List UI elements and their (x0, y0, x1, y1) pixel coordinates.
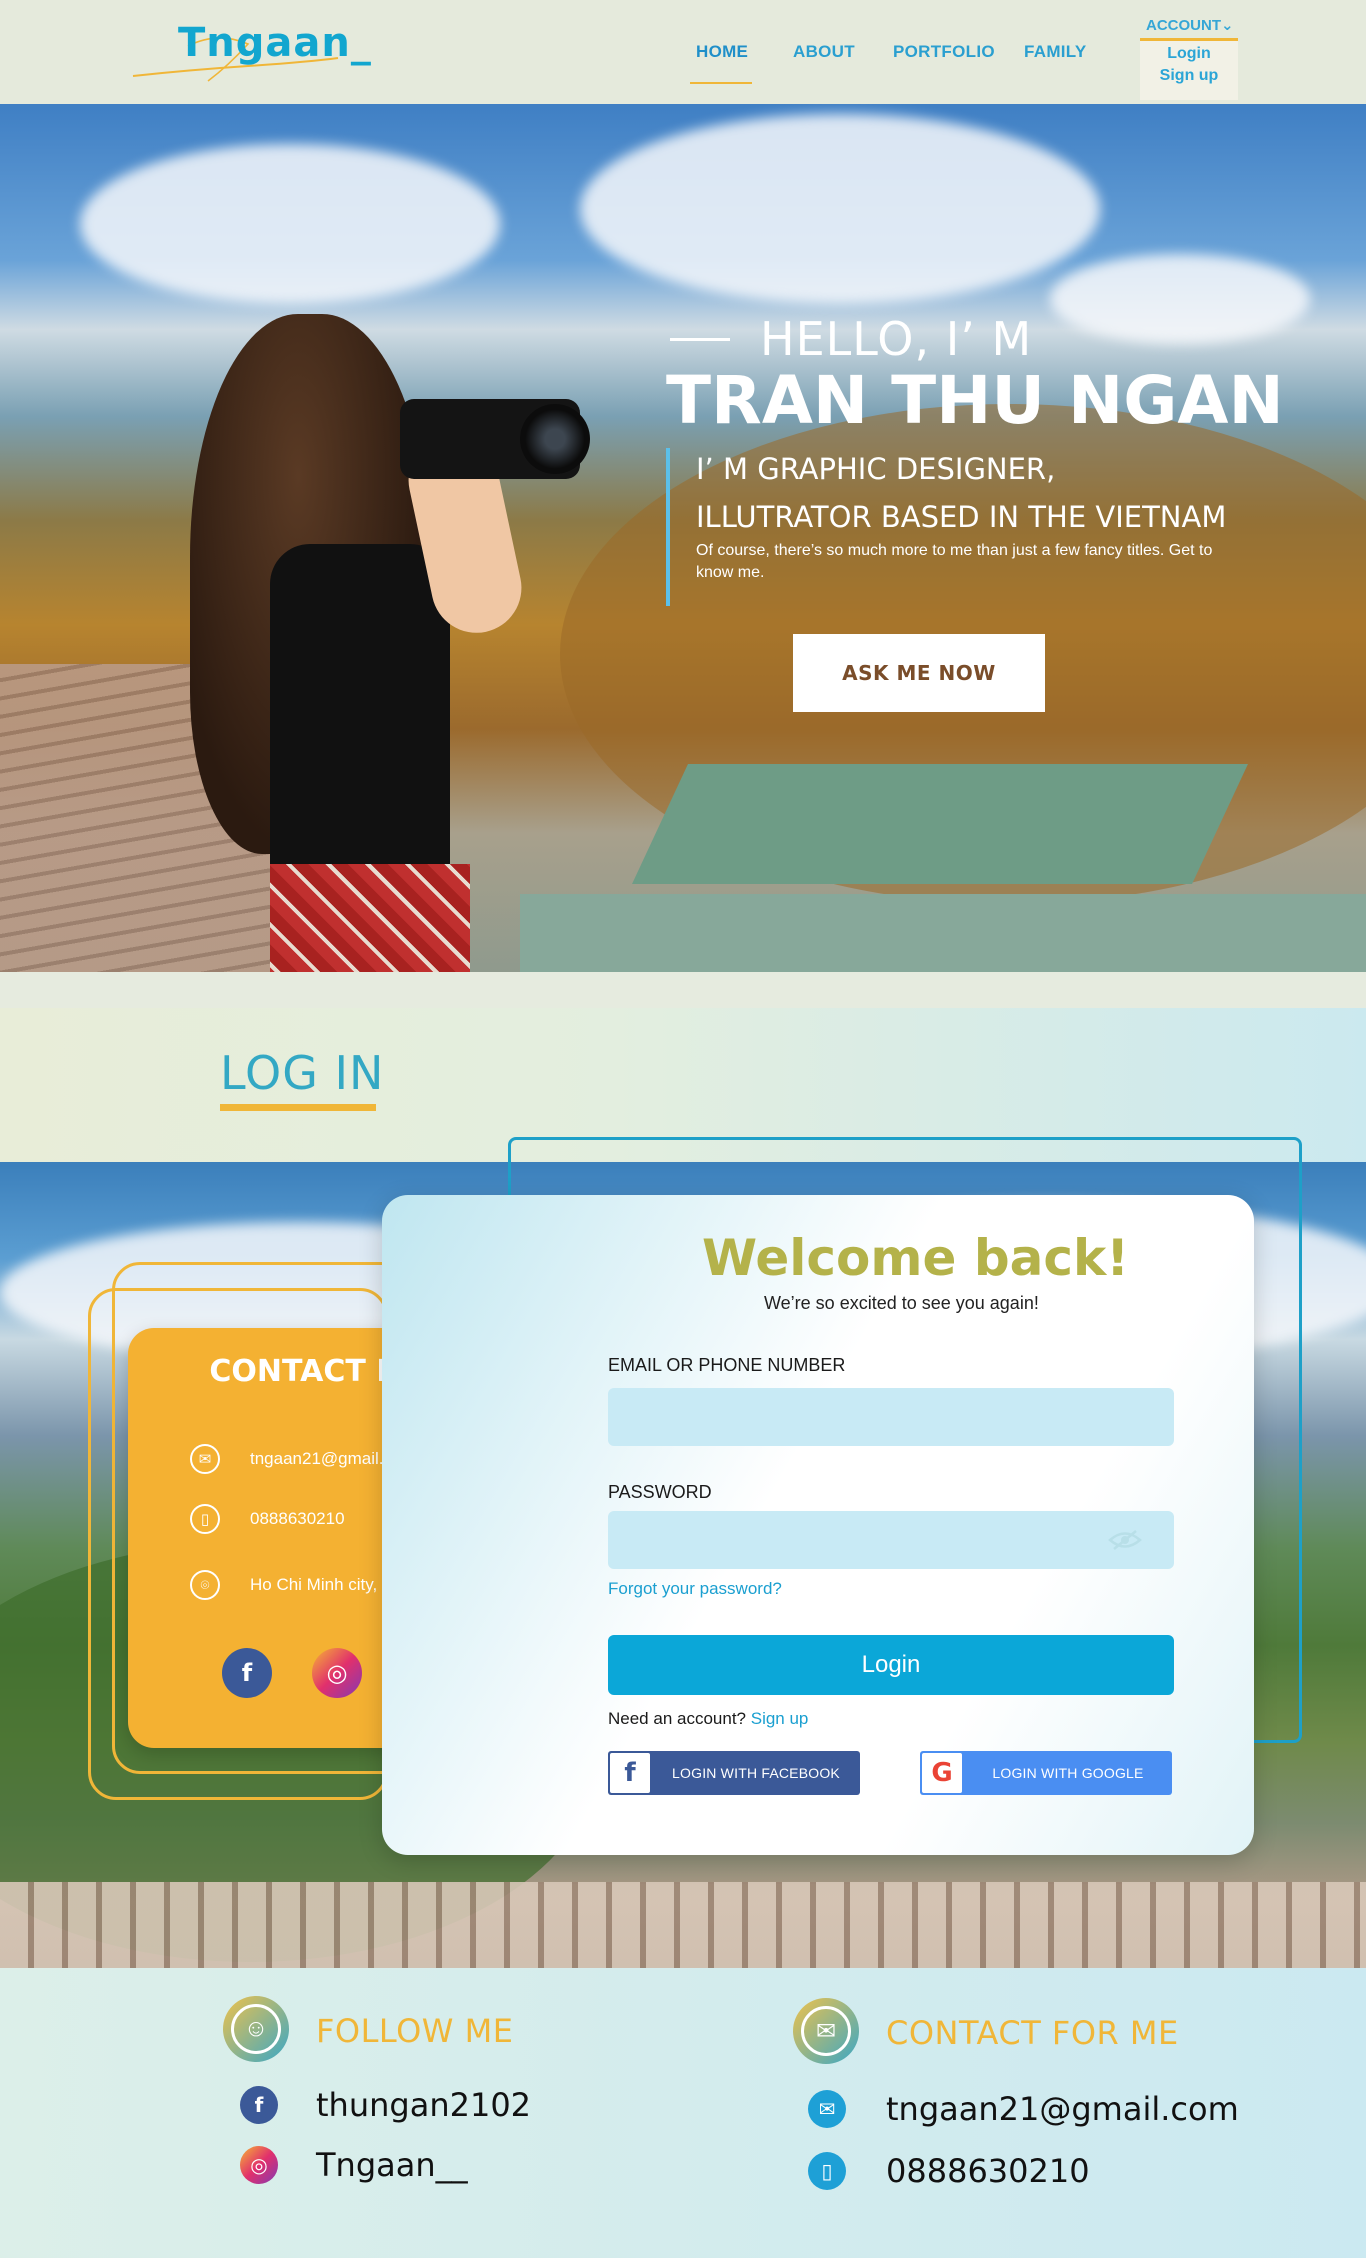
signup-link[interactable]: Sign up (751, 1709, 809, 1728)
nav-active-underline (690, 82, 752, 84)
facebook-icon[interactable]: f (240, 2086, 278, 2124)
nav-link-portfolio[interactable]: PORTFOLIO (893, 42, 995, 62)
location-pin-icon: ⌾ (190, 1570, 220, 1600)
hero-photo-subject-skirt (270, 864, 470, 972)
hero-role-line-1: I’ M GRAPHIC DESIGNER, (696, 452, 1056, 486)
hero-rooftop (632, 764, 1248, 884)
hero-cloud (580, 114, 1100, 304)
instagram-icon[interactable]: ◎ (240, 2146, 278, 2184)
contact-phone[interactable]: 0888630210 (250, 1509, 345, 1529)
site-logo[interactable]: Tngaan_ (128, 18, 371, 88)
mail-icon: ✉ (808, 2090, 846, 2128)
hero-greeting: HELLO, I’ M (760, 312, 1033, 366)
hero-photo-subject-shirt (270, 544, 450, 894)
facebook-icon[interactable]: f (222, 1648, 272, 1698)
user-follow-icon: ☺ (231, 2004, 281, 2054)
account-dropdown-menu: Login Sign up (1140, 38, 1238, 100)
login-section-title: LOG IN (220, 1046, 385, 1100)
account-label: ACCOUNT (1146, 17, 1221, 34)
account-dropdown-toggle[interactable]: ACCOUNT⌄ (1146, 16, 1234, 34)
hero-rooftop (520, 894, 1366, 972)
hero-banner (0, 104, 1366, 972)
contact-badge: ✉ (793, 1998, 859, 2064)
hero-dash (670, 338, 730, 341)
footer-email[interactable]: tngaan21@gmail.com (886, 2090, 1239, 2128)
mail-icon: ✉ (801, 2006, 851, 2056)
hero-role-line-2: ILLUTRATOR BASED IN THE VIETNAM (696, 500, 1227, 534)
google-button-label: LOGIN WITH GOOGLE (992, 1765, 1144, 1781)
footer-phone[interactable]: 0888630210 (886, 2152, 1090, 2190)
follow-badge: ☺ (223, 1996, 289, 2062)
facebook-button-label: LOGIN WITH FACEBOOK (672, 1765, 840, 1781)
ask-me-now-button[interactable]: ASK ME NOW (793, 634, 1045, 712)
hero-cloud (1050, 254, 1310, 344)
instagram-handle[interactable]: Tngaan__ (316, 2146, 468, 2184)
logo-text: Tngaan_ (178, 20, 372, 66)
hero-description: Of course, there’s so much more to me th… (696, 542, 1213, 581)
login-with-google-button[interactable]: G LOGIN WITH GOOGLE (920, 1751, 1172, 1795)
email-field[interactable] (608, 1388, 1174, 1446)
phone-icon: ▯ (808, 2152, 846, 2190)
welcome-heading: Welcome back! (702, 1229, 1130, 1287)
chevron-down-icon: ⌄ (1221, 17, 1234, 34)
need-account-text: Need an account? Sign up (608, 1709, 808, 1729)
account-menu-login[interactable]: Login (1140, 45, 1238, 63)
password-label: PASSWORD (608, 1482, 712, 1502)
login-with-facebook-button[interactable]: f LOGIN WITH FACEBOOK (608, 1751, 860, 1795)
contact-for-me-heading: CONTACT FOR ME (886, 2014, 1179, 2052)
need-account-label: Need an account? (608, 1709, 746, 1728)
login-button[interactable]: Login (608, 1635, 1174, 1695)
facebook-handle[interactable]: thungan2102 (316, 2086, 531, 2124)
nav-link-about[interactable]: ABOUT (793, 42, 855, 62)
footer: ☺ FOLLOW ME f thungan2102 ◎ Tngaan__ ✉ C… (0, 1968, 1366, 2258)
google-icon: G (922, 1753, 962, 1793)
camera-lens-icon (520, 404, 590, 474)
follow-me-heading: FOLLOW ME (316, 2012, 514, 2050)
login-bg-roof-tiles (0, 1882, 1366, 1968)
account-menu-signup[interactable]: Sign up (1140, 67, 1238, 85)
hero-cloud (80, 144, 500, 304)
mail-icon: ✉ (190, 1444, 220, 1474)
login-title-underline (220, 1104, 376, 1111)
welcome-subtitle: We’re so excited to see you again! (764, 1293, 1039, 1313)
hero-accent-bar (666, 448, 670, 606)
top-navbar: Tngaan_ HOME ABOUT PORTFOLIO FAMILY ACCO… (0, 0, 1366, 104)
password-field[interactable] (608, 1511, 1174, 1569)
facebook-icon: f (610, 1753, 650, 1793)
nav-link-home[interactable]: HOME (696, 42, 748, 62)
forgot-password-link[interactable]: Forgot your password? (608, 1579, 782, 1599)
hero-name: TRAN THU NGAN (666, 362, 1284, 439)
contact-phone-row: ▯ 0888630210 (190, 1504, 345, 1534)
eye-slash-icon[interactable] (1108, 1529, 1142, 1551)
phone-icon: ▯ (190, 1504, 220, 1534)
nav-link-family[interactable]: FAMILY (1024, 42, 1087, 62)
instagram-icon[interactable]: ◎ (312, 1648, 362, 1698)
login-card: Welcome back! We’re so excited to see yo… (382, 1195, 1254, 1855)
email-label: EMAIL OR PHONE NUMBER (608, 1355, 846, 1375)
